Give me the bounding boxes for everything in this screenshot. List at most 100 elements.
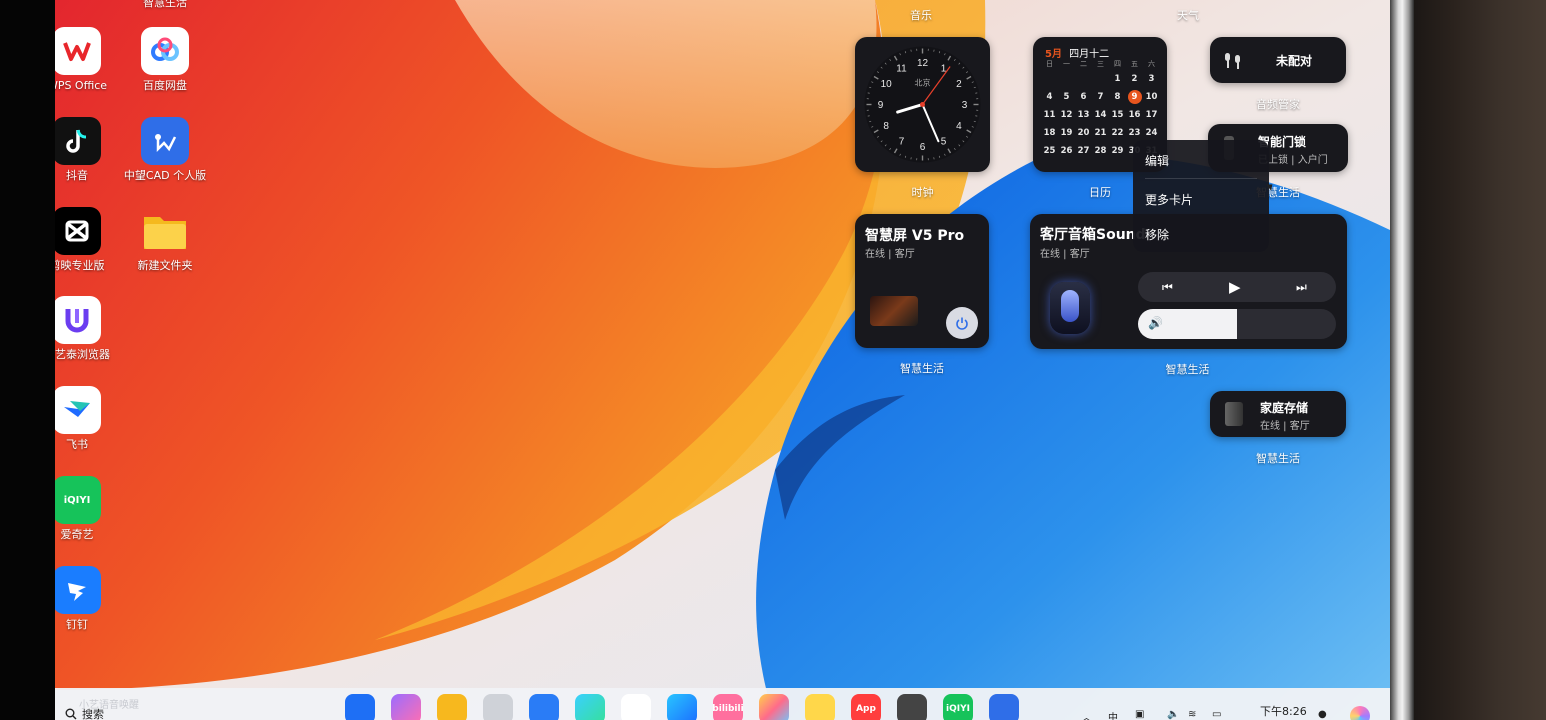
calendar-day[interactable] [1041, 70, 1058, 88]
calendar-day[interactable]: 19 [1058, 124, 1075, 142]
calendar-day[interactable]: 12 [1058, 106, 1075, 124]
video-icon[interactable] [575, 694, 605, 720]
notification-icon[interactable]: ● [1318, 709, 1327, 720]
calendar-day[interactable]: 26 [1058, 142, 1075, 160]
context-menu: 编辑 更多卡片 移除 [1133, 140, 1269, 252]
menu-item-more-cards[interactable]: 更多卡片 [1145, 191, 1193, 208]
calendar-day[interactable]: 7 [1092, 88, 1109, 106]
assistant-icon[interactable] [1350, 706, 1370, 720]
next-button[interactable]: ⏭ [1296, 280, 1307, 295]
desktop-icon-zwcad[interactable]: 中望CAD 个人版 [115, 117, 215, 183]
calendar-day[interactable]: 17 [1143, 106, 1160, 124]
desktop-icon-label: 中望CAD 个人版 [123, 169, 207, 182]
desktop-icon-browser[interactable]: 小艺泰浏览器 [55, 296, 127, 362]
calendar-week-row: 123 [1041, 70, 1161, 88]
calendar-day[interactable]: 3 [1143, 70, 1160, 88]
clock-numeral: 4 [956, 121, 962, 132]
wifi-icon[interactable]: ≋ [1188, 709, 1196, 720]
tablet-bezel [1388, 0, 1414, 720]
calendar-day[interactable]: 5 [1058, 88, 1075, 106]
tv-power-button[interactable] [946, 307, 978, 339]
calendar-day[interactable]: 2 [1126, 70, 1143, 88]
feishu-dock-icon[interactable] [621, 694, 651, 720]
files-icon[interactable] [437, 694, 467, 720]
iqiyi-dock-icon[interactable]: iQIYI [943, 694, 973, 720]
browser-dock-icon[interactable] [667, 694, 697, 720]
clock-numeral: 11 [896, 64, 907, 75]
calendar-day[interactable]: 16 [1126, 106, 1143, 124]
calendar-weekday: 六 [1148, 60, 1155, 68]
douyin-icon [55, 117, 101, 165]
desktop-icon-feishu[interactable]: 飞书 [55, 386, 127, 452]
settings-icon[interactable] [897, 694, 927, 720]
desktop-icon-iqiyi[interactable]: iQIYI 爱奇艺 [55, 476, 127, 542]
calendar-day[interactable]: 20 [1075, 124, 1092, 142]
desktop-icon-dingtalk[interactable]: 钉钉 [55, 566, 127, 632]
store-icon[interactable] [529, 694, 559, 720]
desktop-icon-label: 钉钉 [66, 618, 88, 631]
calendar-day[interactable]: 10 [1143, 88, 1160, 106]
storage-device-icon [1225, 402, 1243, 426]
smart-screen-widget[interactable]: 智慧屏 V5 Pro 在线 | 客厅 [855, 214, 989, 348]
clock-center [920, 102, 925, 107]
trash-icon[interactable] [483, 694, 513, 720]
calendar-day[interactable]: 25 [1041, 142, 1058, 160]
volume-tray-icon[interactable]: 🔈 [1167, 709, 1179, 720]
wps-icon [55, 27, 101, 75]
calendar-day[interactable] [1058, 70, 1075, 88]
screen-subtitle: 在线 | 客厅 [865, 249, 915, 260]
storage-subtitle: 在线 | 客厅 [1260, 421, 1310, 432]
folder-icon [141, 207, 189, 255]
clipboard-icon[interactable]: ▣ [1135, 709, 1144, 720]
multitask-icon[interactable] [391, 694, 421, 720]
audio-widget-label: 音频管家 [1256, 98, 1300, 111]
playback-controls: ⏮ ▶ ⏭ [1138, 272, 1336, 302]
calendar-day[interactable]: 21 [1092, 124, 1109, 142]
audio-widget[interactable]: 未配对 [1210, 37, 1346, 83]
clock-numeral: 2 [956, 79, 962, 90]
calendar-day[interactable]: 13 [1075, 106, 1092, 124]
calendar-day[interactable]: 11 [1041, 106, 1058, 124]
tray-expand-icon[interactable]: ︿ [1081, 709, 1092, 720]
battery-icon[interactable]: ▭ [1212, 709, 1221, 720]
calendar-day[interactable]: 28 [1092, 142, 1109, 160]
gallery-icon[interactable] [759, 694, 789, 720]
desktop-icon-baidu-netdisk[interactable]: 百度网盘 [115, 27, 215, 93]
play-button[interactable]: ▶ [1229, 278, 1241, 296]
calendar-day[interactable]: 14 [1092, 106, 1109, 124]
calendar-day[interactable]: 22 [1109, 124, 1126, 142]
speaker-subtitle: 在线 | 客厅 [1040, 249, 1090, 260]
calendar-day[interactable]: 6 [1075, 88, 1092, 106]
calendar-day[interactable]: 15 [1109, 106, 1126, 124]
start-icon[interactable] [345, 694, 375, 720]
storage-widget[interactable]: 家庭存储 在线 | 客厅 [1210, 391, 1346, 437]
calendar-day[interactable]: 4 [1041, 88, 1058, 106]
calendar-day[interactable]: 1 [1109, 70, 1126, 88]
notes-icon[interactable] [805, 694, 835, 720]
calendar-day[interactable]: 29 [1109, 142, 1126, 160]
calendar-day[interactable]: 27 [1075, 142, 1092, 160]
volume-slider[interactable]: 🔊 [1138, 309, 1336, 339]
menu-item-remove[interactable]: 移除 [1145, 226, 1169, 243]
menu-item-edit[interactable]: 编辑 [1145, 152, 1169, 169]
dingtalk-icon [55, 566, 101, 614]
calendar-day[interactable] [1075, 70, 1092, 88]
search-icon [65, 708, 77, 720]
top-left-label: 智慧生活 [143, 0, 187, 9]
taskbar-clock[interactable]: 下午8:26 [1260, 703, 1307, 719]
desktop-icon-new-folder[interactable]: 新建文件夹 [115, 207, 215, 273]
app-gallery-icon[interactable]: App [851, 694, 881, 720]
calendar-day[interactable]: 8 [1109, 88, 1126, 106]
menu-divider [1145, 178, 1257, 179]
volume-icon: 🔊 [1148, 316, 1163, 330]
clock-widget[interactable]: 12 1 2 3 4 5 6 7 8 9 10 11 北京 [855, 37, 990, 172]
calendar-day[interactable]: 9 [1126, 88, 1143, 106]
previous-button[interactable]: ⏮ [1162, 280, 1173, 295]
zwcad-dock-icon[interactable] [989, 694, 1019, 720]
bilibili-icon[interactable]: bilibili [713, 694, 743, 720]
calendar-day[interactable] [1092, 70, 1109, 88]
ime-indicator[interactable]: 中 [1108, 709, 1118, 720]
calendar-day[interactable]: 18 [1041, 124, 1058, 142]
earbuds-icon [1225, 53, 1240, 69]
feishu-icon [55, 386, 101, 434]
